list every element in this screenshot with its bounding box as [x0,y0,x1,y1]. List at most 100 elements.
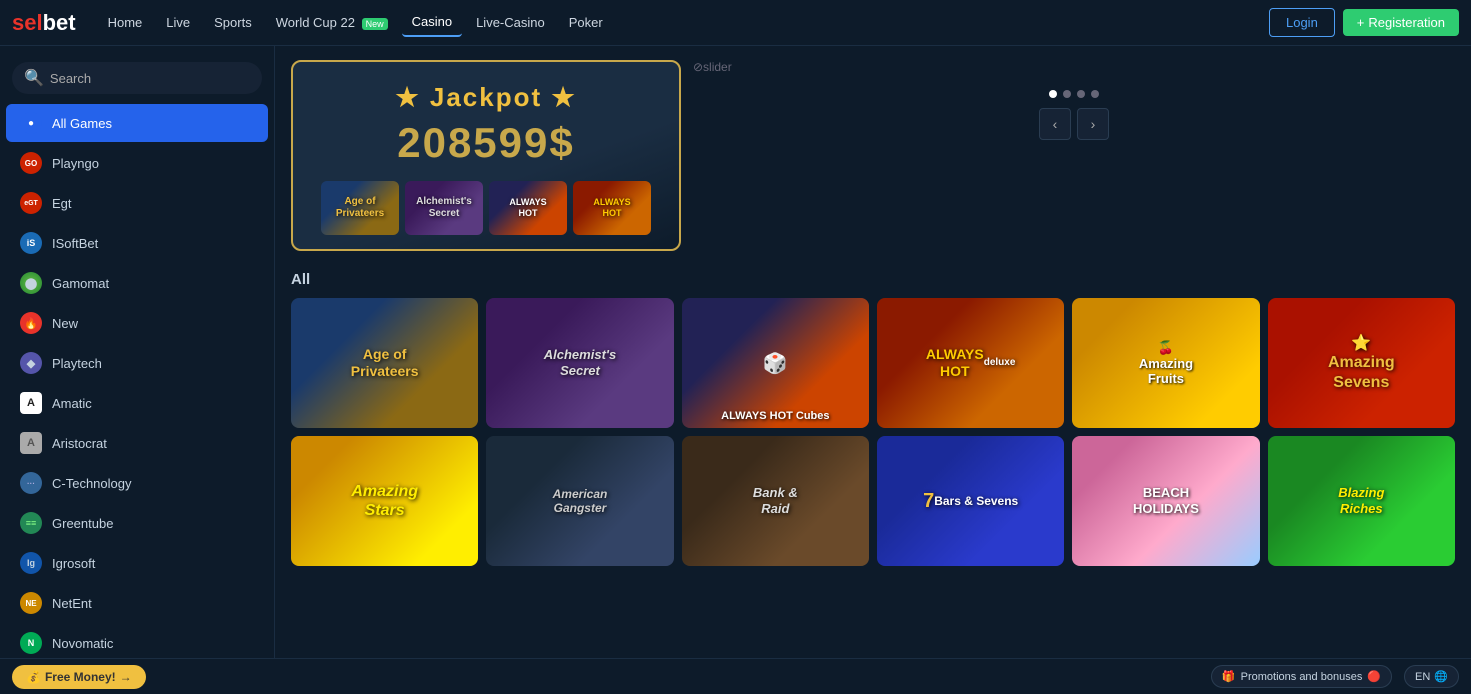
igrosoft-icon: Ig [20,552,42,574]
hero-section: ★ Jackpot ★ 208599$ Age ofPrivateers Alc… [291,60,1455,251]
sidebar-item-playtech[interactable]: ◆ Playtech [6,344,268,382]
sidebar-label-all-games: All Games [52,116,112,131]
game-card-always-hot-cubes[interactable]: 🎲 ALWAYS HOT Cubes [682,298,869,428]
sidebar-label-playngo: Playngo [52,156,99,171]
sidebar-label-gamomat: Gamomat [52,276,109,291]
sidebar-label-greentube: Greentube [52,516,113,531]
nav-home[interactable]: Home [98,9,153,36]
aristocrat-icon: A [20,432,42,454]
sidebar-item-igrosoft[interactable]: Ig Igrosoft [6,544,268,582]
game-grid-row1: Age ofPrivateers Alchemist'sSecret 🎲 ALW… [291,298,1455,428]
slider-dots [1049,90,1099,98]
sidebar-item-ctechnology[interactable]: ··· C-Technology [6,464,268,502]
game-label-always-hot-cubes: ALWAYS HOT Cubes [682,410,869,422]
new-badge: New [362,18,388,30]
new-icon: 🔥 [20,312,42,334]
game-card-american-gangster[interactable]: AmericanGangster [486,436,673,566]
promotions-badge: 🔴 [1367,670,1381,683]
game-card-beach-holidays[interactable]: BEACHHOLIDAYS [1072,436,1259,566]
jackpot-thumb-always[interactable]: ALWAYSHOT [489,181,567,235]
nav-worldcup[interactable]: World Cup 22 New [266,9,398,36]
isoftbet-icon: iS [20,232,42,254]
jackpot-title: ★ Jackpot ★ [309,82,663,113]
free-money-icon: 💰 [26,670,41,684]
sidebar-item-all-games[interactable]: ● All Games [6,104,268,142]
game-grid-row2: AmazingStars AmericanGangster Bank &Raid… [291,436,1455,566]
main-content: ★ Jackpot ★ 208599$ Age ofPrivateers Alc… [275,46,1471,694]
slider-prev-button[interactable]: ‹ [1039,108,1071,140]
nav-casino[interactable]: Casino [402,8,462,37]
bottom-right: 🎁 Promotions and bonuses 🔴 EN 🌐 [1211,665,1459,688]
game-card-blazing-riches[interactable]: BlazingRiches [1268,436,1455,566]
sidebar-label-isoftbet: ISoftBet [52,236,98,251]
language-button[interactable]: EN 🌐 [1404,665,1459,688]
sidebar-item-netent[interactable]: NE NetEnt [6,584,268,622]
sidebar-item-amatic[interactable]: A Amatic [6,384,268,422]
sidebar-label-igrosoft: Igrosoft [52,556,95,571]
jackpot-thumbnails: Age ofPrivateers Alchemist'sSecret ALWAY… [309,181,663,235]
promotions-button[interactable]: 🎁 Promotions and bonuses 🔴 [1211,665,1392,688]
sidebar-item-aristocrat[interactable]: A Aristocrat [6,424,268,462]
slider-arrows: ‹ › [1039,108,1109,140]
sidebar-item-gamomat[interactable]: ⬤ Gamomat [6,264,268,302]
jackpot-amount: 208599$ [309,119,663,167]
netent-icon: NE [20,592,42,614]
sidebar-item-egt[interactable]: eGT Egt [6,184,268,222]
game-card-amazing-sevens[interactable]: ⭐AmazingSevens [1268,298,1455,428]
sidebar: 🔍 ● All Games GO Playngo eGT Egt iS ISof… [0,46,275,694]
sidebar-label-ctechnology: C-Technology [52,476,132,491]
search-icon: 🔍 [24,68,44,88]
playtech-icon: ◆ [20,352,42,374]
search-box[interactable]: 🔍 [12,62,262,94]
sidebar-item-new[interactable]: 🔥 New [6,304,268,342]
nav-live[interactable]: Live [156,9,200,36]
register-button[interactable]: + Registeration [1343,9,1459,36]
free-money-button[interactable]: 💰 Free Money! → [12,665,146,689]
nav-right: Login + Registeration [1269,8,1459,37]
game-card-alchemists-secret[interactable]: Alchemist'sSecret [486,298,673,428]
slider-section: ⊘slider ‹ › [693,60,1455,140]
all-games-icon: ● [20,112,42,134]
slider-next-button[interactable]: › [1077,108,1109,140]
jackpot-thumb-alch[interactable]: Alchemist'sSecret [405,181,483,235]
logo[interactable]: selbet [12,10,76,36]
amatic-icon: A [20,392,42,414]
section-all-title: All [291,271,1455,288]
sidebar-item-isoftbet[interactable]: iS ISoftBet [6,224,268,262]
sidebar-item-greentube[interactable]: ≡≡ Greentube [6,504,268,542]
ctech-icon: ··· [20,472,42,494]
game-card-amazing-stars[interactable]: AmazingStars [291,436,478,566]
sidebar-label-new: New [52,316,78,331]
game-card-always-hot-deluxe[interactable]: ALWAYSHOTdeluxe [877,298,1064,428]
sidebar-label-egt: Egt [52,196,72,211]
top-navigation: selbet Home Live Sports World Cup 22 New… [0,0,1471,46]
nav-poker[interactable]: Poker [559,9,613,36]
sidebar-label-netent: NetEnt [52,596,92,611]
sidebar-item-playngo[interactable]: GO Playngo [6,144,268,182]
free-money-arrow-icon: → [120,670,132,684]
promotions-icon: 🎁 [1222,670,1236,683]
gamomat-icon: ⬤ [20,272,42,294]
game-card-amazing-fruits[interactable]: 🍒AmazingFruits [1072,298,1259,428]
flag-icon: 🌐 [1434,670,1448,683]
search-input[interactable] [50,71,250,86]
sidebar-label-aristocrat: Aristocrat [52,436,107,451]
login-button[interactable]: Login [1269,8,1335,37]
jackpot-thumb-alwayshot[interactable]: ALWAYSHOT [573,181,651,235]
nav-links: Home Live Sports World Cup 22 New Casino… [98,8,1263,37]
game-card-bank-raid[interactable]: Bank &Raid [682,436,869,566]
slider-dot-4[interactable] [1091,90,1099,98]
jackpot-thumb-age[interactable]: Age ofPrivateers [321,181,399,235]
slider-dot-3[interactable] [1077,90,1085,98]
nav-sports[interactable]: Sports [204,9,262,36]
nav-live-casino[interactable]: Live-Casino [466,9,555,36]
sidebar-label-playtech: Playtech [52,356,102,371]
slider-label: ⊘slider [693,60,732,74]
game-card-age-of-privateers[interactable]: Age ofPrivateers [291,298,478,428]
sidebar-label-novomatic: Novomatic [52,636,113,651]
slider-dot-2[interactable] [1063,90,1071,98]
slider-dot-1[interactable] [1049,90,1057,98]
game-card-bars-sevens[interactable]: 7Bars & Sevens [877,436,1064,566]
playngo-icon: GO [20,152,42,174]
sidebar-item-novomatic[interactable]: N Novomatic [6,624,268,662]
